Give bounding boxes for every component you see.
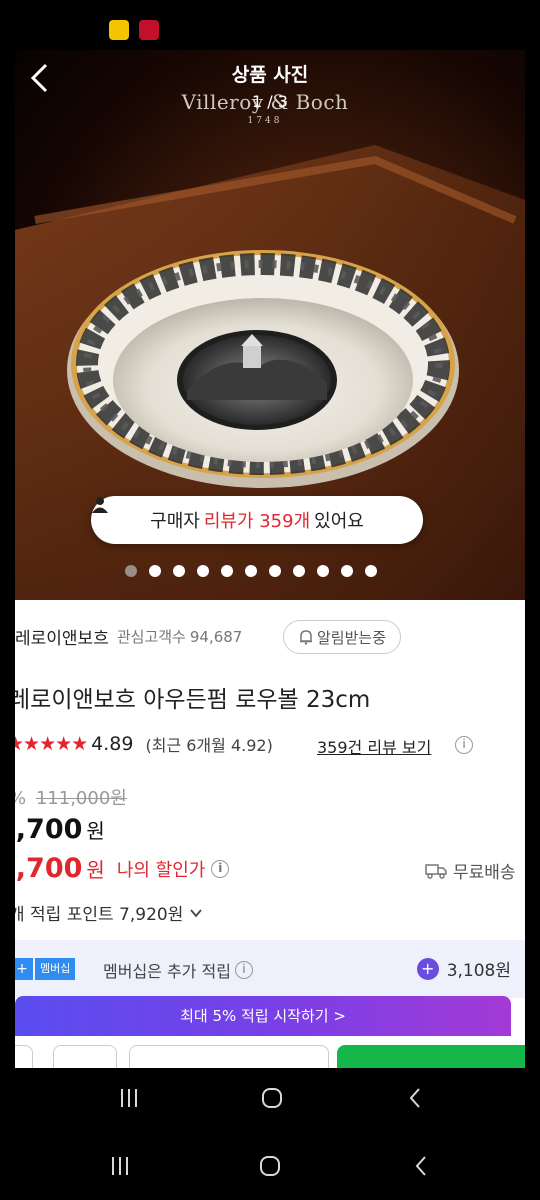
back-nav-button[interactable] [402,1154,442,1182]
sale-price: 7,700 [15,814,83,845]
buy-button[interactable] [337,1045,525,1068]
my-price: 5,700 [15,853,83,884]
carousel-dot[interactable] [293,565,305,577]
status-bar [0,0,540,50]
brand-name-link[interactable]: 레로이앤보흐 [15,624,109,649]
carousel-dot[interactable] [149,565,161,577]
recent-apps-button[interactable] [100,1154,140,1182]
page-title: 상품 사진 [231,64,309,86]
membership-text: 멤버십은 추가 적립 [103,962,231,981]
person-icon [92,497,108,513]
membership-badge-label: 멤버십 [35,958,76,980]
rating-recent: (최근 6개월 4.92) [145,736,273,755]
wishlist-button[interactable] [53,1045,117,1068]
interest-count: 94,687 [189,627,243,646]
discount-rate: % [15,788,26,809]
sale-price-unit: 원 [86,819,105,843]
shipping-info: 무료배송 [425,858,516,883]
recent-apps-icon [112,1157,128,1175]
chevron-down-icon [190,908,203,917]
home-button[interactable] [250,1154,290,1182]
carousel-dot[interactable] [317,565,329,577]
app-viewport: Villeroy & Boch 1748 상품 사진 1 / 3 구매자 리뷰가… [15,50,525,1068]
brand-logo-year: 1748 [247,116,283,126]
bottom-action-bar [15,1045,525,1068]
membership-cta-button[interactable]: 최대 5% 적립 시작하기 > [15,996,511,1036]
carousel-dots [125,565,377,577]
membership-points: + 3,108원 [416,956,511,981]
carousel-dot[interactable] [197,565,209,577]
membership-bar: + 멤버십 멤버십은 추가 적립 i + 3,108원 [15,940,525,998]
carousel-dot[interactable] [365,565,377,577]
original-price-row: % 111,000원 [15,784,127,810]
carousel-dot[interactable] [245,565,257,577]
membership-text-row: 멤버십은 추가 적립 i [103,958,253,982]
view-reviews-link[interactable]: 359건 리뷰 보기 [317,734,431,758]
home-icon [262,1088,282,1108]
share-button[interactable] [15,1045,33,1068]
review-pill-highlight: 리뷰가 359개 [203,511,311,532]
carousel-dot[interactable] [125,565,137,577]
product-info: 레로이앤보흐 관심고객수 94,687 알림받는중 레로이앤보흐 아우든펌 로우… [15,600,525,1068]
points-row[interactable]: 개 적립 포인트 7,920원 [15,900,203,925]
system-nav-bar [0,1068,540,1132]
membership-points-value: 3,108원 [446,961,511,981]
carousel-dot[interactable] [173,565,185,577]
home-button[interactable] [252,1086,292,1114]
system-nav-bar [0,1136,540,1200]
interest-label: 관심고객수 [116,628,186,646]
carousel-dot[interactable] [341,565,353,577]
review-pill-suffix: 있어요 [314,511,364,532]
notification-app-icon [139,20,159,40]
recent-apps-button[interactable] [109,1086,149,1114]
bell-icon [300,630,312,645]
shipping-label: 무료배송 [453,863,516,883]
recent-apps-icon [121,1089,137,1107]
home-icon [260,1156,280,1176]
brand-row: 레로이앤보흐 관심고객수 94,687 [15,624,243,650]
product-title: 레로이앤보흐 아우든펌 로우볼 23cm [15,687,371,713]
back-nav-icon [415,1156,426,1176]
alert-button-label: 알림받는중 [317,628,387,647]
original-price: 111,000원 [35,788,127,809]
my-discount-price-row: 5,700원 나의 할인가 i [15,853,230,884]
photo-counter: 1 / 3 [252,92,288,111]
cart-button[interactable] [129,1045,329,1068]
points-text: 개 적립 포인트 7,920원 [15,905,184,925]
my-price-label: 나의 할인가 [116,859,206,881]
truck-icon [425,863,447,879]
alert-subscribe-button[interactable]: 알림받는중 [283,620,402,654]
star-rating-icon: ★★★★★ [15,733,88,755]
rating-value: 4.89 [91,733,134,755]
info-icon[interactable]: i [455,736,473,754]
info-icon[interactable]: i [234,961,253,979]
back-nav-icon [409,1088,420,1108]
carousel-dot[interactable] [221,565,233,577]
phone-screen: Villeroy & Boch 1748 상품 사진 1 / 3 구매자 리뷰가… [0,0,540,1200]
carousel-dot[interactable] [269,565,281,577]
review-pill-prefix: 구매자 [150,511,200,532]
back-nav-button[interactable] [396,1086,436,1114]
rating-row: ★★★★★ 4.89 (최근 6개월 4.92) [15,732,273,756]
review-count-pill[interactable]: 구매자 리뷰가 359개 있어요 [91,496,423,544]
notification-app-icon [109,20,129,40]
my-price-unit: 원 [86,858,105,882]
product-photo-carousel[interactable]: Villeroy & Boch 1748 상품 사진 1 / 3 구매자 리뷰가… [15,50,525,600]
membership-badge: + 멤버십 [15,958,76,980]
info-icon[interactable]: i [211,859,230,878]
sale-price-row: 7,700원 [15,814,105,845]
membership-plus-icon: + [15,958,33,980]
plus-circle-icon: + [416,957,439,980]
